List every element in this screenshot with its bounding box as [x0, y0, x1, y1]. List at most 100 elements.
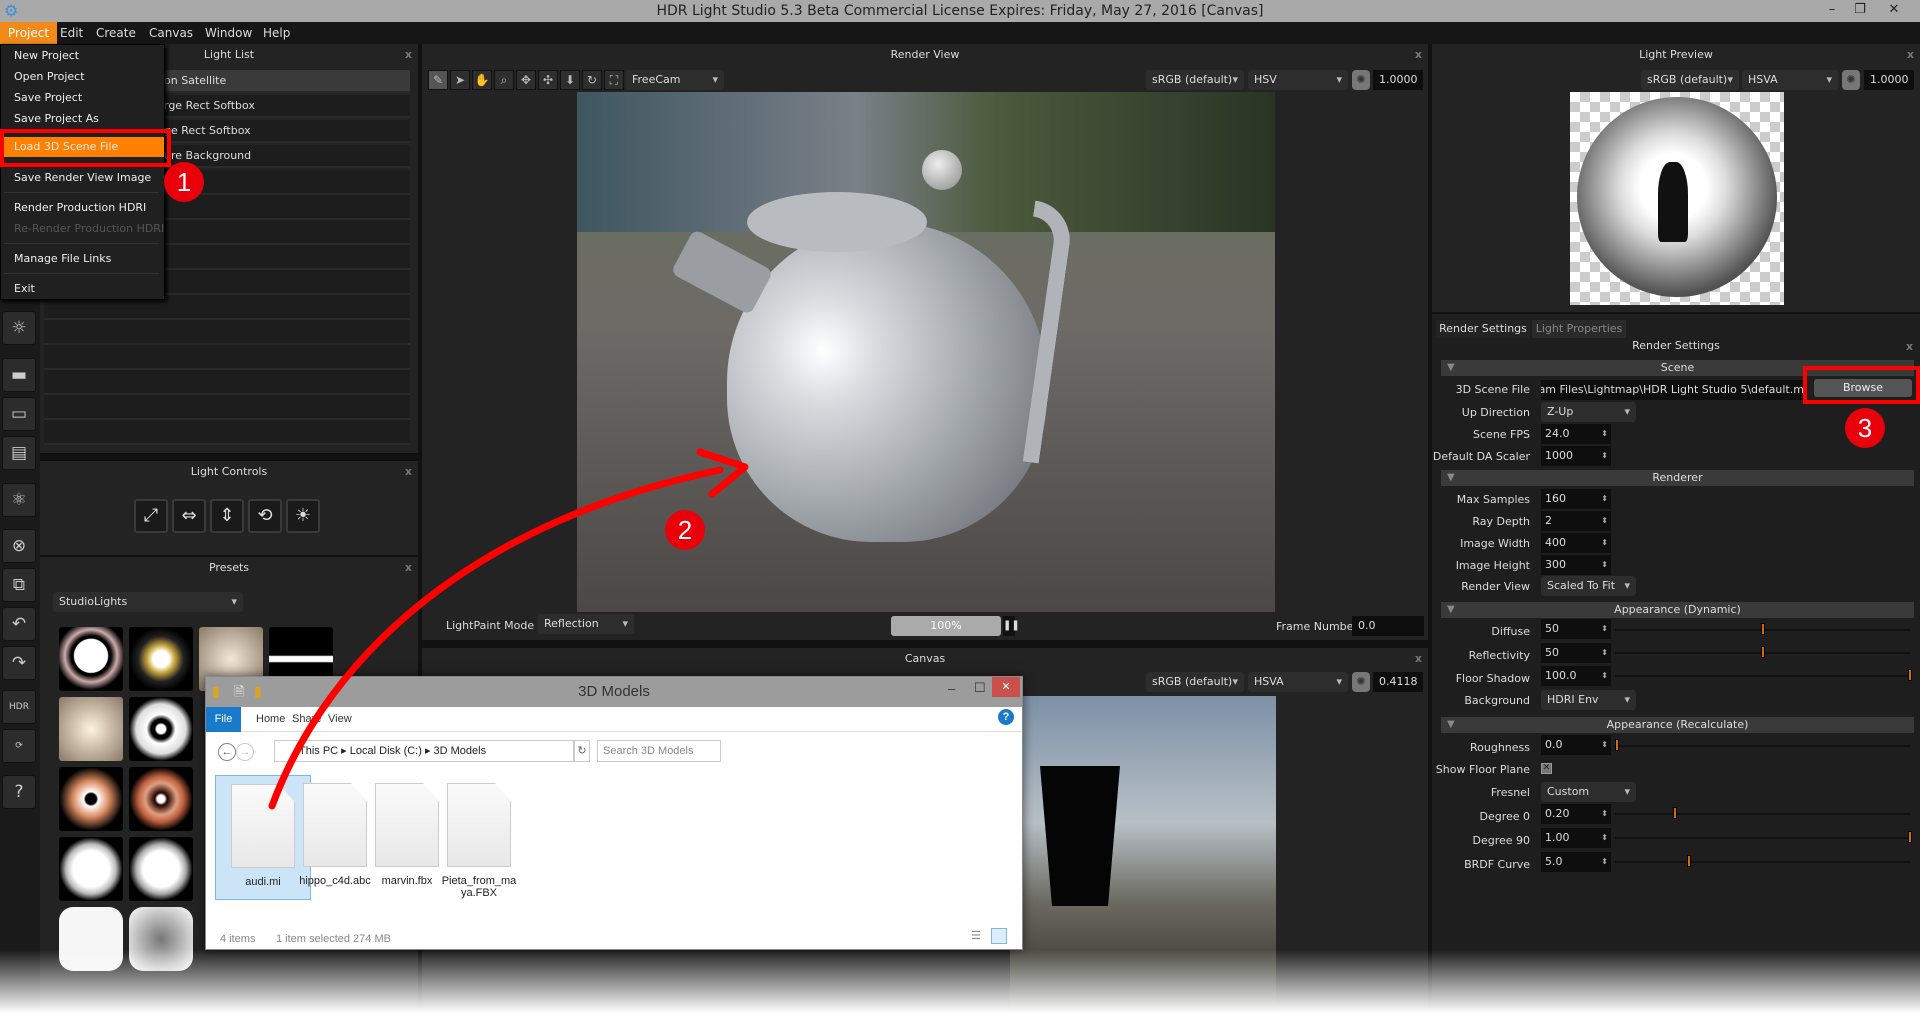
- preset-thumb[interactable]: [129, 697, 193, 761]
- ribbon-tab-view[interactable]: View: [328, 713, 352, 725]
- image-height-field[interactable]: 300: [1541, 555, 1611, 575]
- preview-colorspace-select[interactable]: sRGB (default): [1641, 70, 1739, 90]
- back-button[interactable]: ←: [218, 743, 236, 761]
- brightness-icon[interactable]: ☀: [286, 499, 320, 533]
- reset-rotate-icon[interactable]: ↻: [582, 70, 602, 90]
- section-renderer[interactable]: Renderer: [1441, 470, 1914, 486]
- render-view-select[interactable]: Scaled To Fit: [1541, 576, 1636, 596]
- slider-handle[interactable]: [1761, 623, 1765, 635]
- minimize-button[interactable]: –: [1818, 0, 1846, 22]
- aperture-icon[interactable]: ✺: [1352, 70, 1370, 90]
- reflectivity-field[interactable]: 50: [1541, 643, 1611, 663]
- explorer-close-button[interactable]: ✕: [992, 677, 1020, 697]
- menu-item-save-project[interactable]: Save Project: [14, 89, 82, 107]
- canvas-colorspace-select[interactable]: sRGB (default): [1146, 672, 1244, 692]
- redo-icon[interactable]: ↷: [2, 646, 36, 680]
- menu-project[interactable]: Project: [0, 22, 58, 44]
- tab-light-properties[interactable]: Light Properties: [1532, 320, 1626, 338]
- address-bar[interactable]: This PC ▸ Local Disk (C:) ▸ 3D Models: [274, 740, 574, 762]
- brdf-curve-slider[interactable]: [1615, 855, 1911, 867]
- sky-light-icon[interactable]: ▤: [2, 436, 36, 470]
- reflectivity-slider[interactable]: [1615, 646, 1911, 658]
- help-icon[interactable]: ?: [2, 775, 36, 809]
- exposure-field[interactable]: 1.0000: [1373, 70, 1423, 90]
- height-icon[interactable]: ⇕: [210, 499, 244, 533]
- delete-icon[interactable]: ⊗: [2, 529, 36, 563]
- roughness-slider[interactable]: [1615, 739, 1911, 751]
- ribbon-tab-file[interactable]: File: [206, 707, 241, 732]
- degree-90-slider[interactable]: [1615, 831, 1912, 843]
- canvas-color-mode-select[interactable]: HSVA: [1248, 672, 1348, 692]
- refresh-button[interactable]: ↻: [574, 740, 590, 762]
- zoom-icon[interactable]: ⌕: [494, 70, 514, 90]
- slider-handle[interactable]: [1908, 831, 1912, 843]
- background-select[interactable]: HDRI Env: [1541, 690, 1636, 710]
- slider-handle[interactable]: [1687, 855, 1691, 867]
- close-panel-icon[interactable]: x: [405, 48, 412, 61]
- menu-item-exit[interactable]: Exit: [14, 280, 35, 298]
- color-mode-select[interactable]: HSV: [1248, 70, 1348, 90]
- large-icons-view-icon[interactable]: [991, 928, 1007, 944]
- show-floor-plane-checkbox[interactable]: ✕: [1541, 763, 1552, 774]
- slider-handle[interactable]: [1673, 807, 1677, 819]
- da-scaler-field[interactable]: 1000: [1541, 446, 1611, 466]
- menu-edit[interactable]: Edit: [52, 22, 91, 44]
- help-icon[interactable]: ?: [998, 709, 1014, 725]
- menu-item-render-production-hdri[interactable]: Render Production HDRI: [14, 199, 146, 217]
- search-input[interactable]: Search 3D Models: [597, 740, 721, 762]
- breadcrumb-3d-models[interactable]: 3D Models: [434, 745, 487, 757]
- scale-icon[interactable]: ⤢: [134, 499, 168, 533]
- preset-thumb[interactable]: [129, 767, 193, 831]
- lightpaint-mode-select[interactable]: Reflection: [538, 614, 634, 634]
- diffuse-slider[interactable]: [1615, 623, 1911, 635]
- slider-handle[interactable]: [1908, 669, 1912, 681]
- atom-icon[interactable]: ⚛: [2, 483, 36, 517]
- details-view-icon[interactable]: ☰: [971, 929, 981, 942]
- explorer-minimize-button[interactable]: –: [948, 681, 955, 696]
- section-appearance-dynamic[interactable]: Appearance (Dynamic): [1441, 602, 1914, 618]
- degree-0-field[interactable]: 0.20: [1541, 804, 1611, 824]
- close-button[interactable]: ✕: [1880, 0, 1908, 22]
- breadcrumb-local-disk[interactable]: Local Disk (C:): [350, 745, 422, 757]
- preset-thumb[interactable]: [129, 907, 193, 971]
- close-panel-icon[interactable]: x: [405, 561, 412, 574]
- hdri-light-icon[interactable]: ▭: [2, 397, 36, 431]
- close-panel-icon[interactable]: x: [1415, 48, 1422, 61]
- menu-create[interactable]: Create: [88, 22, 144, 44]
- slider-handle[interactable]: [1761, 646, 1765, 658]
- hdr-icon[interactable]: HDR: [2, 690, 36, 724]
- menu-item-open-project[interactable]: Open Project: [14, 68, 85, 86]
- duplicate-icon[interactable]: ⧉: [2, 568, 36, 602]
- presets-category-select[interactable]: StudioLights: [53, 592, 243, 612]
- aperture-icon[interactable]: ✺: [1842, 70, 1860, 90]
- brdf-curve-field[interactable]: 5.0: [1541, 852, 1611, 872]
- rotate-icon[interactable]: ⟲: [248, 499, 282, 533]
- pause-icon[interactable]: ❚❚: [1003, 616, 1020, 636]
- preview-exposure-field[interactable]: 1.0000: [1864, 70, 1914, 90]
- hdr-refresh-icon[interactable]: ⟳: [2, 729, 36, 763]
- section-appearance-recalculate[interactable]: Appearance (Recalculate): [1441, 717, 1914, 733]
- width-icon[interactable]: ⇔: [172, 499, 206, 533]
- preset-thumb[interactable]: [129, 627, 193, 691]
- restore-button[interactable]: ❐: [1846, 0, 1874, 22]
- frame-zoom-icon[interactable]: ⛶: [604, 70, 624, 90]
- forward-button[interactable]: →: [236, 743, 254, 761]
- camera-select[interactable]: FreeCam: [626, 70, 724, 90]
- menu-item-save-render-view-image[interactable]: Save Render View Image: [14, 169, 151, 187]
- preset-thumb[interactable]: [59, 837, 123, 901]
- orbit-icon[interactable]: ✣: [538, 70, 558, 90]
- floor-shadow-field[interactable]: 100.0: [1541, 666, 1611, 686]
- ribbon-tab-share[interactable]: Share: [292, 713, 321, 725]
- preset-thumb[interactable]: [129, 837, 193, 901]
- move-icon[interactable]: ✥: [516, 70, 536, 90]
- fresnel-select[interactable]: Custom: [1541, 782, 1636, 802]
- preset-thumb[interactable]: [59, 907, 123, 971]
- menu-help[interactable]: Help: [255, 22, 298, 44]
- preview-color-mode-select[interactable]: HSVA: [1742, 70, 1838, 90]
- close-panel-icon[interactable]: x: [1907, 48, 1914, 61]
- file-item[interactable]: Pieta_from_maya.FBX: [431, 775, 527, 900]
- floor-shadow-slider[interactable]: [1615, 669, 1912, 681]
- dolly-icon[interactable]: ⬇: [560, 70, 580, 90]
- aperture-icon[interactable]: ✺: [1352, 672, 1370, 692]
- select-arrow-icon[interactable]: ➤: [450, 70, 470, 90]
